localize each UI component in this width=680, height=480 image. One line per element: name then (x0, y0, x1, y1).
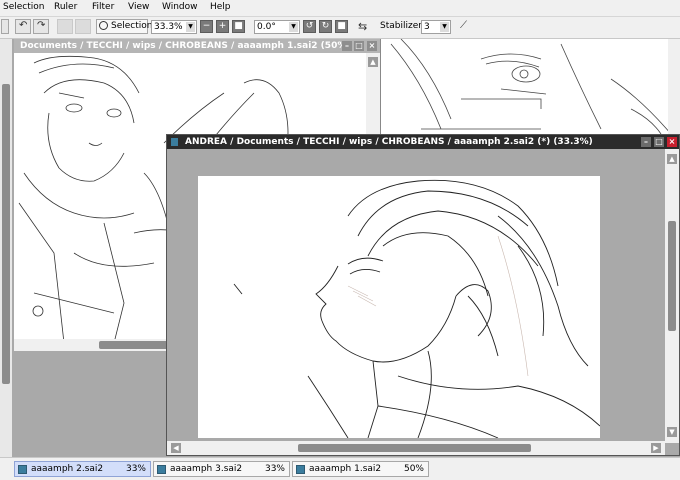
pen-pressure-icon[interactable]: ⟋ (460, 20, 467, 31)
document-window-front[interactable]: ANDREA / Documents / TECCHI / wips / CHR… (166, 134, 680, 456)
menu-help[interactable]: Help (210, 2, 231, 12)
menu-bar: Selection Ruler Filter View Window Help (0, 0, 680, 17)
back-window-hscroll-thumb[interactable] (99, 341, 169, 349)
left-panel-scroll-thumb[interactable] (2, 84, 10, 384)
front-window-hscroll[interactable]: ◀ ▶ (167, 441, 665, 455)
minimize-icon[interactable]: – (342, 41, 352, 51)
document-window-right[interactable] (380, 39, 680, 134)
close-icon[interactable]: × (667, 137, 677, 147)
stabilizer-label: Stabilizer (380, 21, 422, 31)
front-window-vscroll[interactable]: ▲ ▼ (665, 149, 679, 443)
menu-window[interactable]: Window (162, 2, 198, 12)
toolbar: ↶ ↷ Selection 33.3% ▼ − + ■ 0.0° ▼ ↺ ↻ ■… (0, 17, 680, 39)
flip-icon[interactable]: ⇆ (358, 20, 367, 33)
menu-filter[interactable]: Filter (92, 2, 114, 12)
chevron-down-icon: ▼ (440, 22, 449, 32)
scroll-right-icon[interactable]: ▶ (651, 443, 661, 453)
rotate-cw-icon: ↻ (321, 21, 330, 31)
canvas-front[interactable] (198, 176, 600, 438)
document-icon (296, 465, 305, 474)
maximize-icon[interactable]: □ (354, 41, 364, 51)
tab-zoom: 33% (125, 464, 146, 474)
zoom-out-button[interactable]: − (200, 20, 213, 33)
menu-selection[interactable]: Selection (3, 2, 44, 12)
scroll-down-icon[interactable]: ▼ (667, 427, 677, 437)
front-window-titlebar[interactable]: ANDREA / Documents / TECCHI / wips / CHR… (167, 135, 679, 149)
tab-name: aaaamph 3.sai2 (170, 464, 243, 474)
rotate-cw-button[interactable]: ↻ (319, 20, 332, 33)
chevron-down-icon: ▼ (289, 22, 298, 32)
redo-icon: ↷ (37, 20, 46, 31)
menu-view[interactable]: View (128, 2, 149, 12)
redo-button[interactable]: ↷ (33, 19, 49, 34)
stabilizer-value: 3 (424, 22, 430, 32)
minus-icon: − (202, 21, 211, 31)
zoom-field[interactable]: 33.3% ▼ (151, 20, 197, 34)
left-panel-scrollbar[interactable] (0, 39, 12, 457)
minimize-icon[interactable]: – (641, 137, 651, 147)
rotate-ccw-icon: ↺ (305, 21, 314, 31)
plus-icon: + (218, 21, 227, 31)
chevron-down-icon: ▼ (186, 22, 195, 32)
scroll-up-icon[interactable]: ▲ (368, 57, 378, 67)
front-window-vscroll-thumb[interactable] (668, 221, 676, 331)
maximize-icon[interactable]: □ (654, 137, 664, 147)
zoom-value: 33.3% (154, 22, 183, 32)
tab-aaaamph-1[interactable]: aaaamph 1.sai2 50% (292, 461, 429, 477)
tab-zoom: 33% (264, 464, 285, 474)
menu-ruler[interactable]: Ruler (54, 2, 77, 12)
selection-toggle-label: Selection (111, 21, 153, 31)
toolbar-grip (1, 19, 9, 34)
scroll-left-icon[interactable]: ◀ (171, 443, 181, 453)
stabilizer-field[interactable]: 3 ▼ (421, 20, 451, 34)
tab-name: aaaamph 2.sai2 (31, 464, 104, 474)
back-window-title: Documents / TECCHI / wips / CHROBEANS / … (20, 41, 351, 51)
rotation-value: 0.0° (257, 22, 276, 32)
eye-icon (99, 21, 108, 30)
undo-button[interactable]: ↶ (15, 19, 31, 34)
reset-icon: ■ (337, 21, 346, 31)
rotate-ccw-button[interactable]: ↺ (303, 20, 316, 33)
back-window-titlebar[interactable]: Documents / TECCHI / wips / CHROBEANS / … (14, 39, 380, 53)
scroll-up-icon[interactable]: ▲ (667, 154, 677, 164)
front-window-title: ANDREA / Documents / TECCHI / wips / CHR… (185, 137, 593, 147)
tab-aaaamph-3[interactable]: aaaamph 3.sai2 33% (153, 461, 290, 477)
document-icon (157, 465, 166, 474)
undo-icon: ↶ (19, 20, 28, 31)
document-icon (171, 138, 178, 146)
close-icon[interactable]: × (367, 41, 377, 51)
zoom-in-button[interactable]: + (216, 20, 229, 33)
right-doc-scrollbar[interactable] (668, 39, 680, 134)
zoom-reset-button[interactable]: ■ (232, 20, 245, 33)
document-icon (18, 465, 27, 474)
tab-name: aaaamph 1.sai2 (309, 464, 382, 474)
selection-toggle[interactable]: Selection (96, 19, 152, 34)
document-tab-bar: aaaamph 2.sai2 33% aaaamph 3.sai2 33% aa… (0, 457, 680, 480)
canvas-artwork-right[interactable] (381, 39, 680, 134)
rotate-reset-button[interactable]: ■ (335, 20, 348, 33)
canvas-artwork-front[interactable] (198, 176, 600, 438)
reset-icon: ■ (234, 21, 243, 31)
rotation-field[interactable]: 0.0° ▼ (254, 20, 300, 34)
deselect-button[interactable] (57, 19, 73, 34)
invert-selection-button[interactable] (75, 19, 91, 34)
tab-aaaamph-2[interactable]: aaaamph 2.sai2 33% (14, 461, 151, 477)
tab-zoom: 50% (403, 464, 424, 474)
front-window-hscroll-thumb[interactable] (298, 444, 531, 452)
